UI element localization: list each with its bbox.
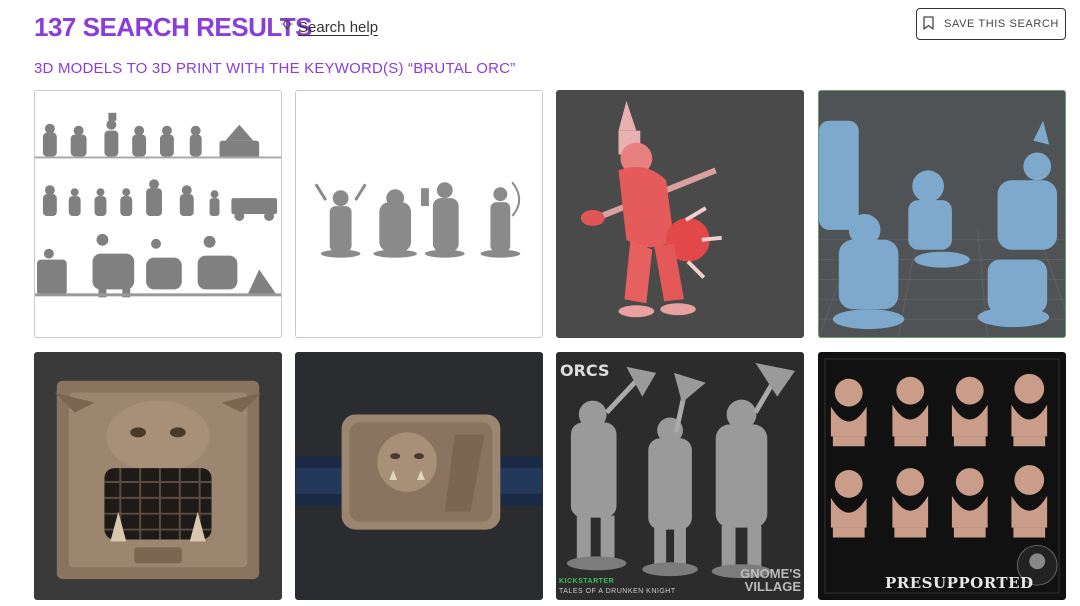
result-thumbnail-1 (35, 91, 281, 337)
thumbnail-kickstarter-label: KICKSTARTER (559, 578, 615, 585)
search-help-label: Search help (298, 18, 379, 36)
save-search-button[interactable]: SAVE THIS SEARCH (916, 8, 1066, 40)
result-card-6[interactable] (295, 352, 543, 600)
result-thumbnail-5 (35, 353, 281, 599)
result-card-3[interactable] (556, 90, 804, 338)
result-card-4[interactable] (818, 90, 1066, 338)
result-card-5[interactable] (34, 352, 282, 600)
results-count-title: 137 SEARCH RESULTS (34, 12, 313, 42)
result-card-8[interactable]: PRESUPPORTED (818, 352, 1066, 600)
lightbulb-icon (280, 18, 294, 36)
thumbnail-orcs-label: ORCS (560, 361, 610, 380)
thumbnail-gnome-logo: GNOME'S VILLAGE (740, 567, 801, 593)
result-thumbnail-2 (296, 91, 542, 337)
result-thumbnail-4 (819, 91, 1065, 337)
result-card-2[interactable] (295, 90, 543, 338)
thumbnail-presupported-label: PRESUPPORTED (885, 574, 1034, 592)
search-help-link[interactable]: Search help (280, 18, 378, 36)
save-search-label: SAVE THIS SEARCH (944, 18, 1059, 30)
result-thumbnail-3 (557, 91, 803, 337)
result-thumbnail-7 (557, 353, 803, 599)
thumbnail-tales-label: TALES OF A DRUNKEN KNIGHT (559, 588, 676, 595)
bookmark-icon (923, 15, 934, 33)
result-thumbnail-8 (819, 353, 1065, 599)
result-thumbnail-6 (296, 353, 542, 599)
search-keywords-subtitle: 3D MODELS TO 3D PRINT WITH THE KEYWORD(S… (34, 60, 516, 77)
thumbnail-gnome-line2: VILLAGE (744, 579, 801, 594)
result-card-7[interactable]: ORCS GNOME'S VILLAGE KICKSTARTER TALES O… (556, 352, 804, 600)
result-card-1[interactable] (34, 90, 282, 338)
